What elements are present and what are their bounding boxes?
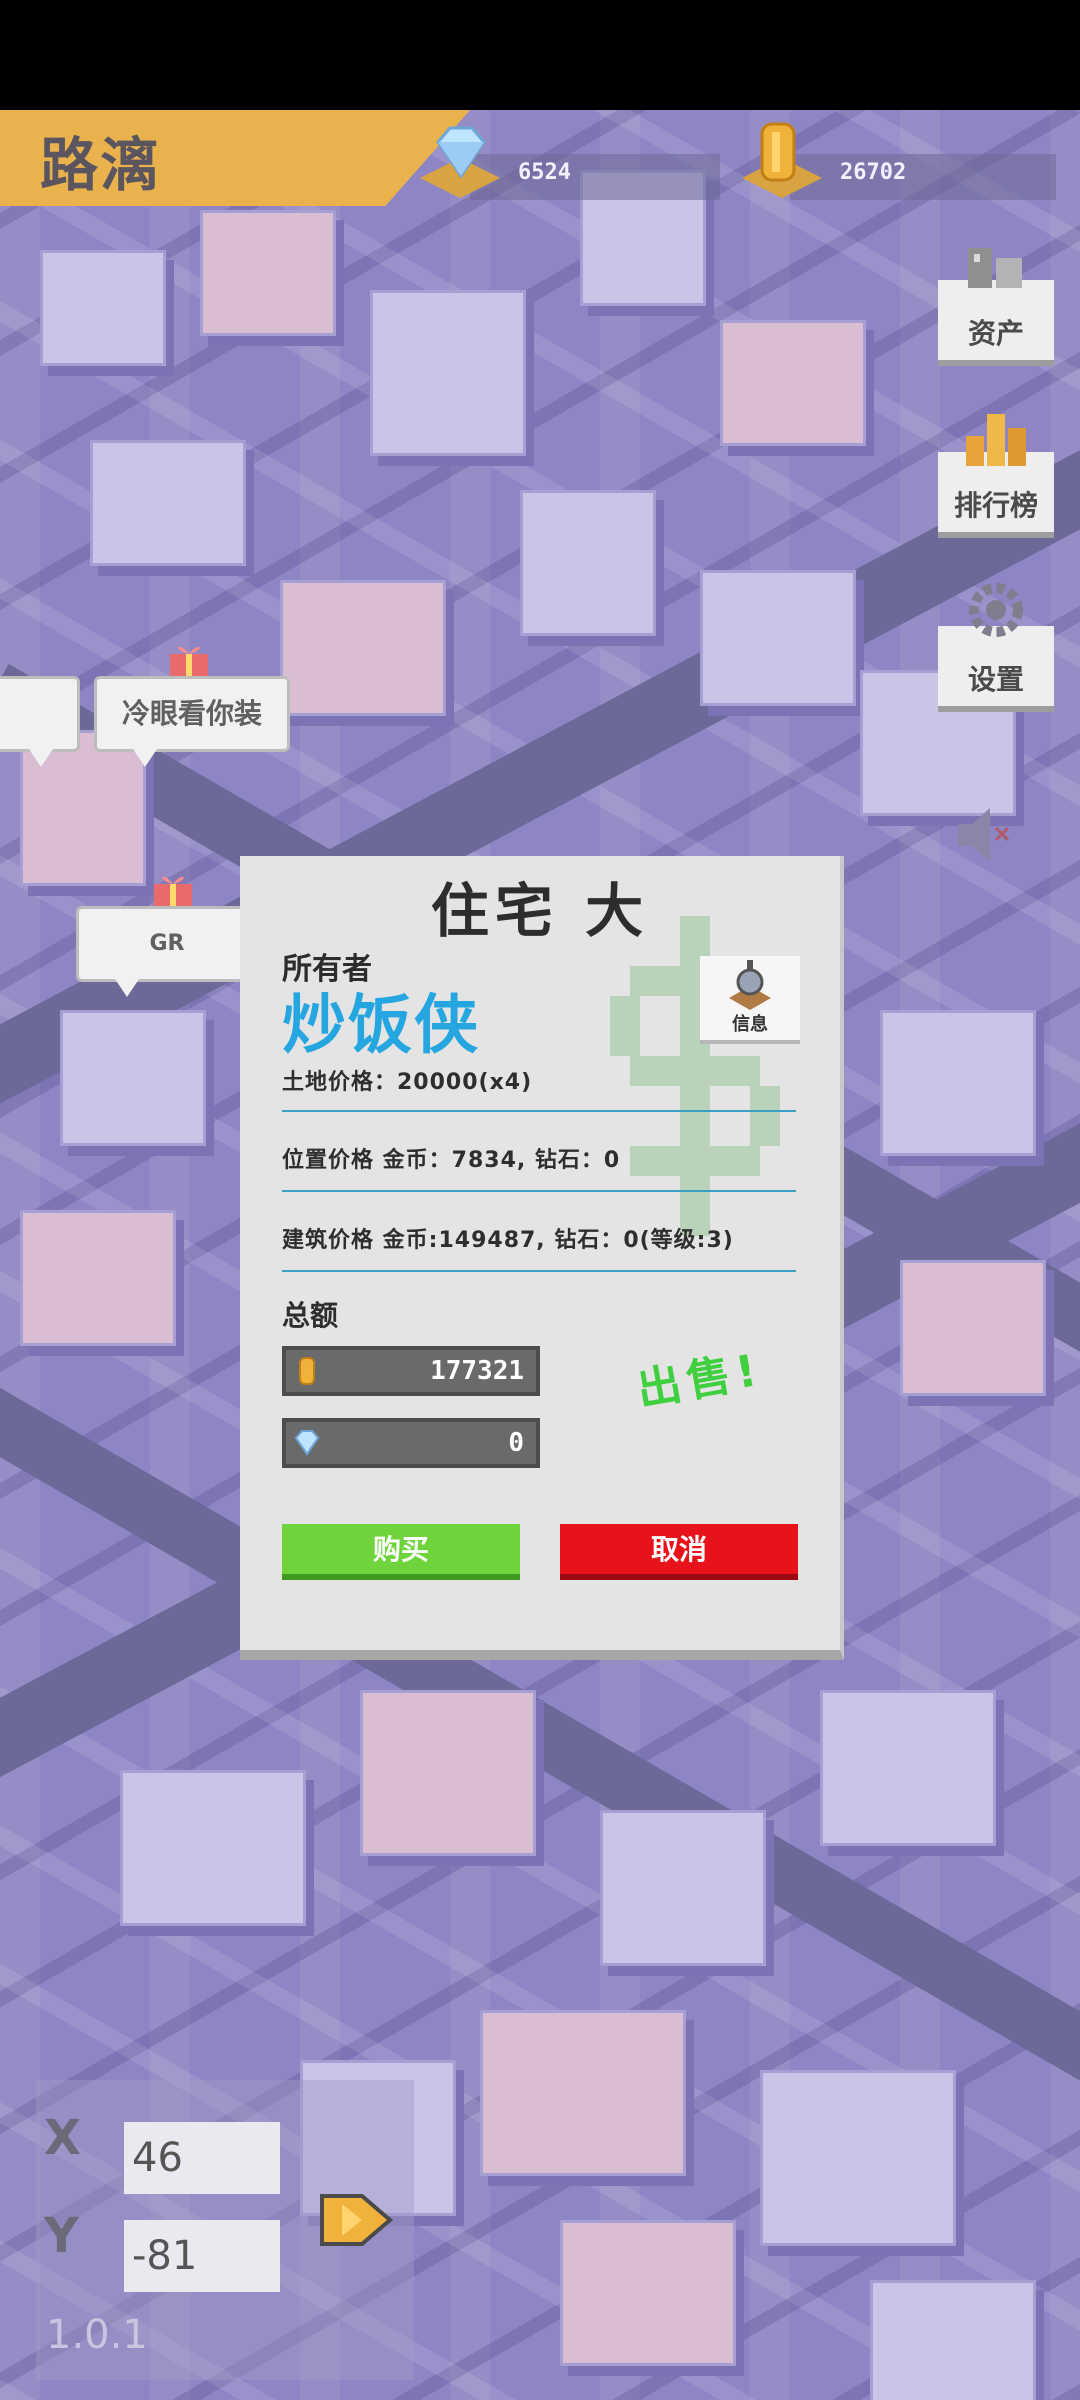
buy-button[interactable]: 购买	[282, 1524, 520, 1580]
divider	[282, 1190, 796, 1192]
cancel-button[interactable]: 取消	[560, 1524, 798, 1580]
total-coins: 177321	[430, 1356, 524, 1386]
settings-label: 设置	[967, 663, 1024, 696]
leaderboard-label: 排行榜	[953, 489, 1038, 522]
x-coordinate-input[interactable]: 46	[124, 2122, 280, 2194]
coin-count: 26702	[840, 160, 907, 185]
player-name: 路漓	[40, 131, 161, 199]
total-diamonds-box: 0	[282, 1418, 540, 1468]
player-bubble-1[interactable]: 冷眼看你装	[94, 676, 290, 767]
diamond-icon	[436, 126, 486, 179]
location-price: 位置价格 金币：7834, 钻石：0	[282, 1148, 621, 1173]
top-bar: 路漓 6524 26702	[0, 110, 1080, 206]
coin-icon	[760, 122, 796, 182]
assets-button[interactable]: 资产	[938, 248, 1054, 366]
owner-name: 炒饭侠	[282, 989, 480, 1063]
diamond-count: 6524	[518, 160, 571, 185]
y-coordinate-input[interactable]: -81	[124, 2220, 280, 2292]
coordinate-panel: X 46 Y -81 1.0.1	[36, 2080, 414, 2380]
leaderboard-icon	[966, 414, 1026, 466]
go-arrow-icon[interactable]	[318, 2190, 398, 2250]
total-coins-box: 177321	[282, 1346, 540, 1396]
total-diamonds: 0	[508, 1428, 524, 1458]
dialog-title: 住宅 大	[430, 877, 650, 945]
diamond-icon	[294, 1430, 320, 1456]
y-axis-label: Y	[44, 2208, 79, 2264]
info-label: 信息	[732, 1014, 768, 1035]
info-icon	[729, 960, 771, 1010]
coin-icon	[299, 1357, 315, 1385]
divider	[282, 1110, 796, 1112]
leaderboard-button[interactable]: 排行榜	[938, 414, 1054, 538]
player-bubble-partial[interactable]	[0, 676, 80, 767]
property-dialog: 住宅 大 所有者 炒饭侠 信息 土地价格：20000(x4) 位置价格 金币：7…	[240, 856, 844, 1660]
info-button[interactable]: 信息	[700, 956, 800, 1044]
version-label: 1.0.1	[46, 2312, 148, 2358]
x-axis-label: X	[44, 2110, 82, 2166]
player-bubble-2[interactable]: GR	[76, 906, 258, 997]
land-price: 土地价格：20000(x4)	[282, 1070, 533, 1095]
divider	[282, 1270, 796, 1272]
total-label: 总额	[282, 1299, 339, 1332]
settings-icon	[969, 583, 1023, 637]
diamond-strip	[470, 154, 720, 200]
for-sale-label: 出售!	[633, 1344, 767, 1417]
coin-strip	[790, 154, 1056, 200]
building-price: 建筑价格 金币:149487, 钻石：0(等级:3)	[282, 1228, 734, 1253]
speaker-icon[interactable]	[950, 800, 1010, 870]
settings-button[interactable]: 设置	[938, 583, 1054, 712]
assets-label: 资产	[967, 317, 1024, 350]
assets-icon	[968, 248, 1022, 288]
